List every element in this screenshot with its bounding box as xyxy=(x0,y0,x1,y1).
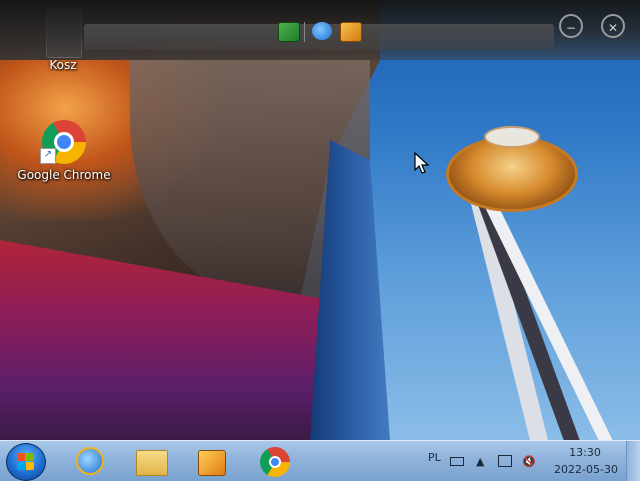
shortcut-arrow-icon: ↗ xyxy=(40,148,56,164)
taskbar-internet-explorer[interactable] xyxy=(70,444,110,478)
network-icon[interactable] xyxy=(498,455,512,467)
taskbar: PL ▲ 🔇 13:30 2022-05-30 xyxy=(0,440,640,481)
internet-explorer-icon xyxy=(76,447,104,475)
show-desktop-button[interactable] xyxy=(626,441,640,481)
taskbar-chrome[interactable] xyxy=(254,444,294,478)
desktop[interactable]: Kosz ↗ Google Chrome xyxy=(0,0,640,440)
server-icon[interactable] xyxy=(278,22,300,42)
start-button[interactable] xyxy=(6,443,46,481)
clock-date[interactable]: 2022-05-30 xyxy=(554,463,618,476)
top-toolbar: − ✕ xyxy=(0,0,640,60)
file-explorer-icon xyxy=(136,450,168,476)
minimize-icon: − xyxy=(565,21,577,35)
internet-explorer-icon[interactable] xyxy=(312,22,332,40)
media-player-icon xyxy=(198,450,226,476)
wallpaper-tower-top xyxy=(484,126,540,148)
chrome-icon xyxy=(260,447,290,477)
media-player-icon[interactable] xyxy=(340,22,362,42)
minimize-button[interactable]: − xyxy=(559,14,583,38)
close-icon: ✕ xyxy=(607,21,619,35)
mouse-cursor-icon xyxy=(414,152,430,174)
desktop-icon-label: Google Chrome xyxy=(17,168,111,182)
close-button[interactable]: ✕ xyxy=(601,14,625,38)
keyboard-icon[interactable] xyxy=(450,457,464,466)
show-hidden-icons-icon[interactable]: ▲ xyxy=(476,455,484,468)
language-indicator[interactable]: PL xyxy=(428,451,441,464)
volume-muted-icon[interactable]: 🔇 xyxy=(522,455,536,468)
taskbar-media-player[interactable] xyxy=(190,444,230,478)
toolbar-divider xyxy=(304,22,305,42)
taskbar-file-explorer[interactable] xyxy=(130,444,170,478)
clock-time[interactable]: 13:30 xyxy=(562,446,608,459)
desktop-icon-label: Kosz xyxy=(49,58,77,72)
